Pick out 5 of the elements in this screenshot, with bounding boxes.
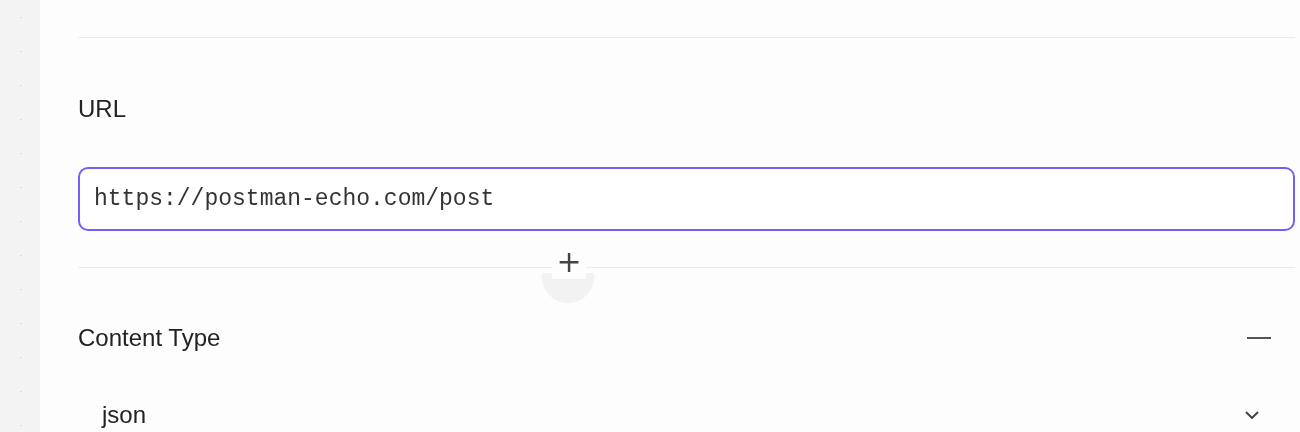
url-label: URL [78, 95, 127, 123]
content-type-select[interactable]: json [78, 402, 1295, 428]
chevron-down-icon [1245, 411, 1259, 419]
content-type-label: Content Type [78, 324, 221, 352]
url-input-field[interactable]: https://postman-echo.com/post [78, 167, 1295, 231]
